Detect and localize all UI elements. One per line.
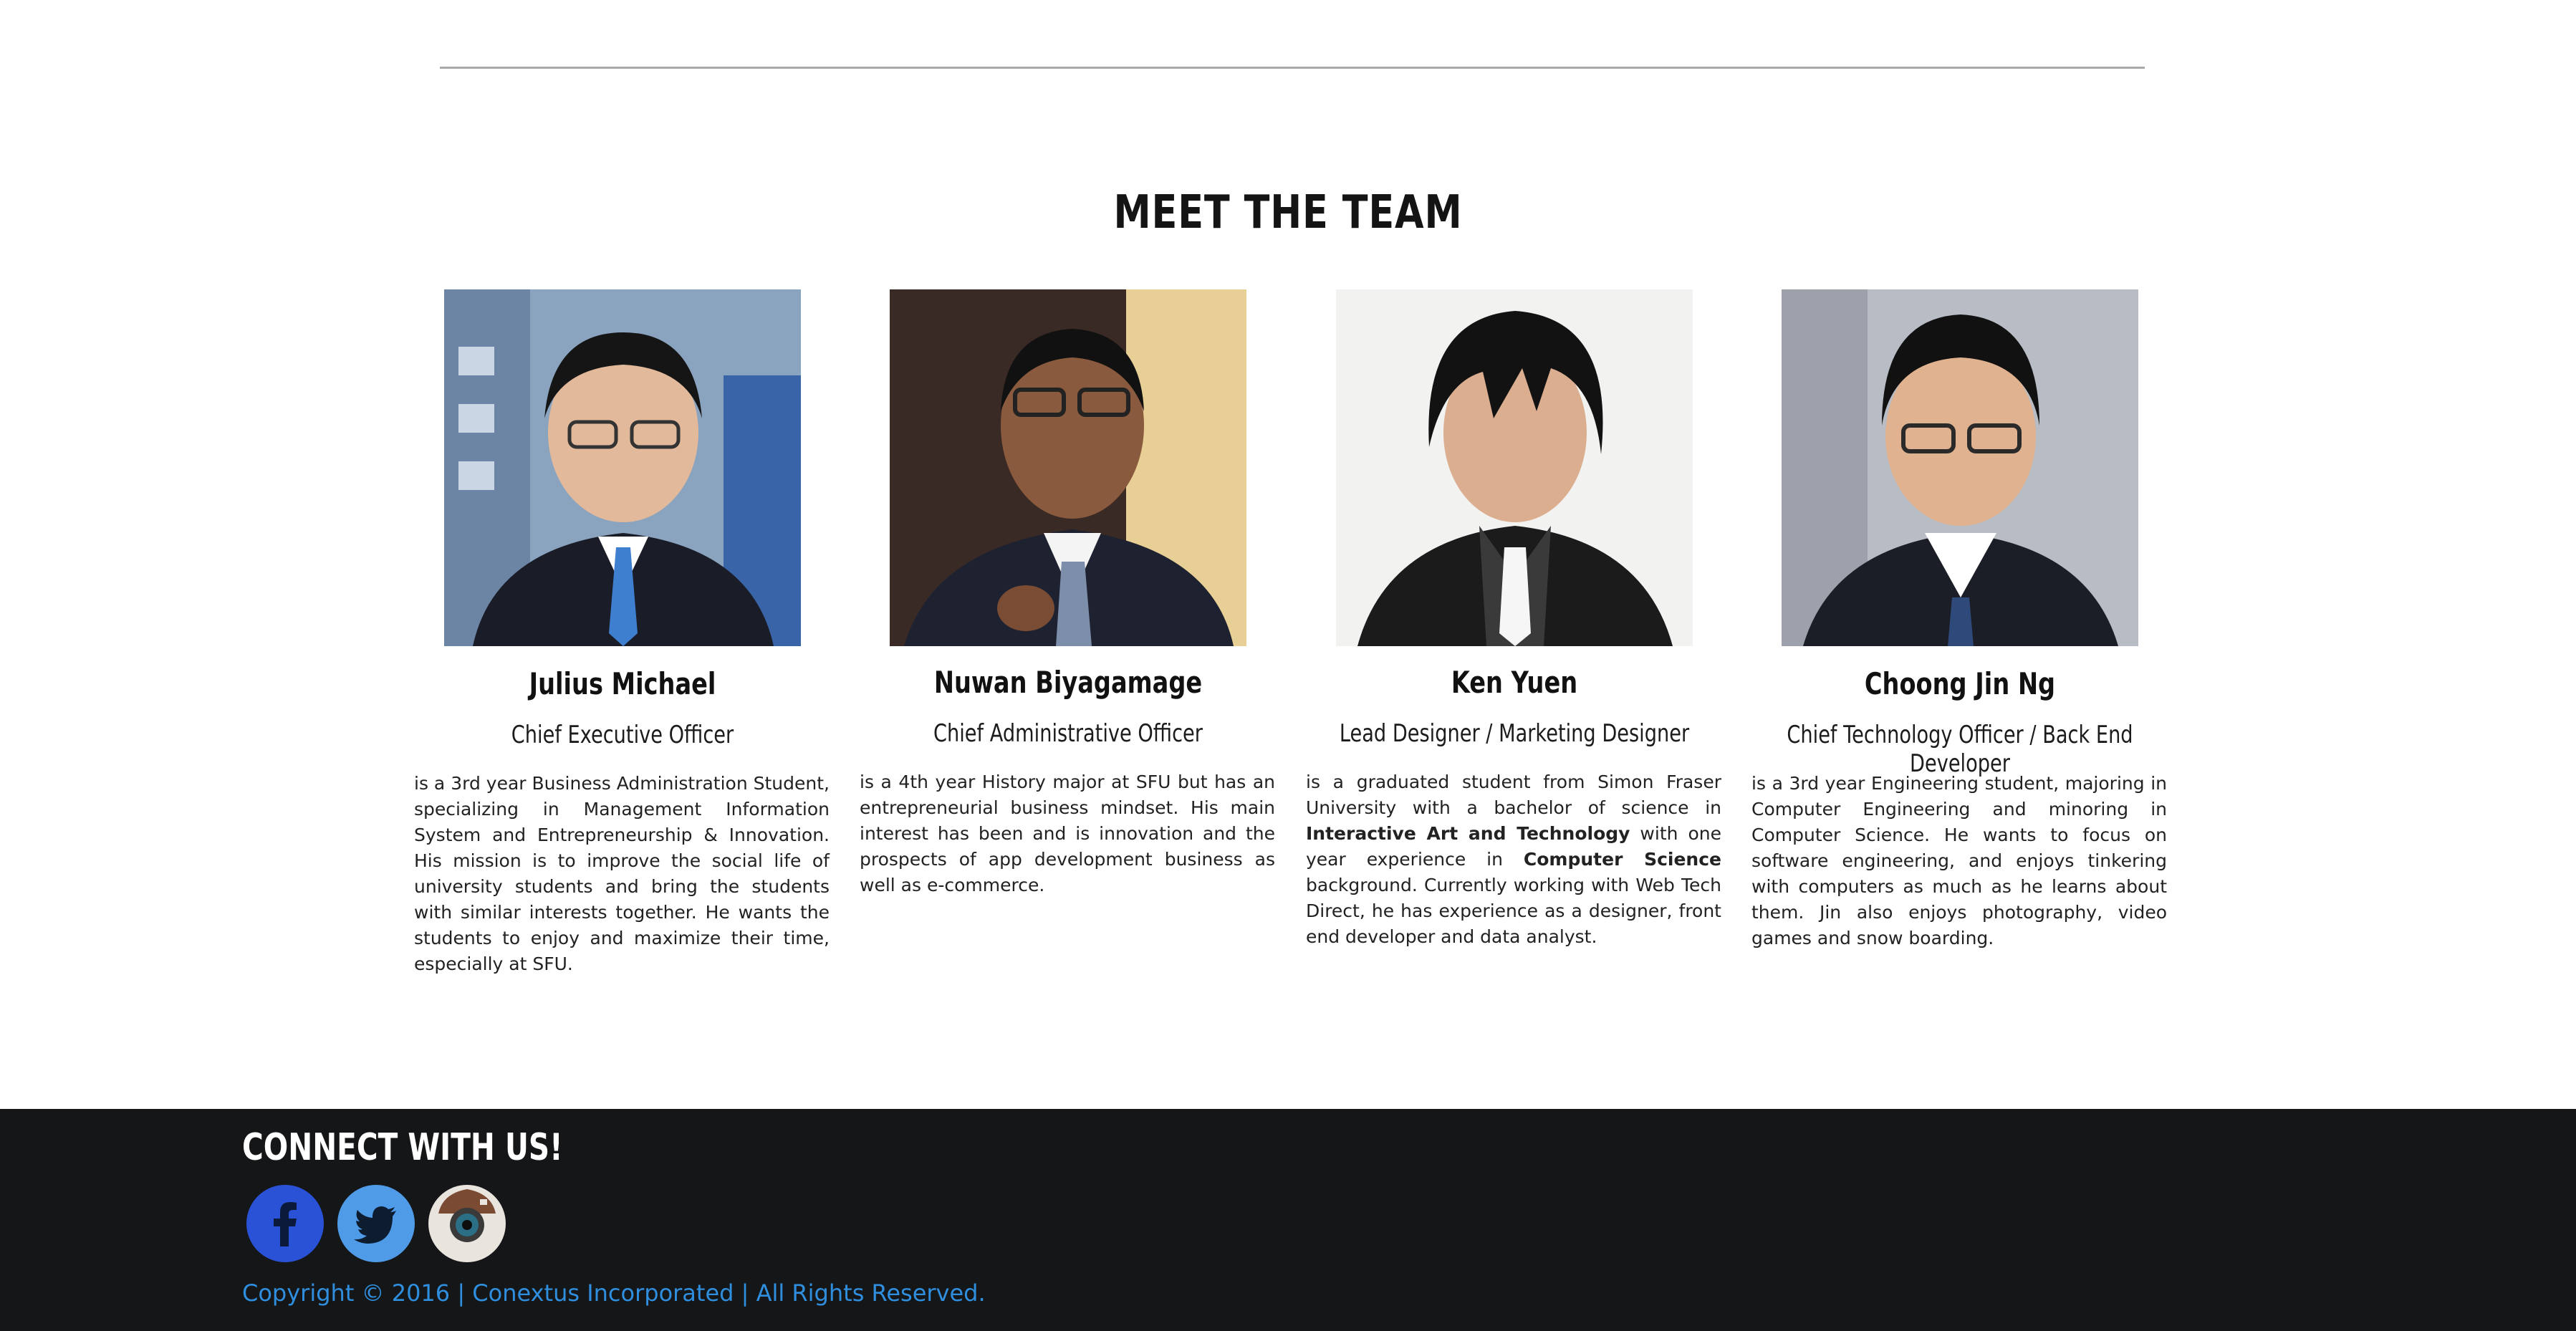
bio-text: is a graduated student from Simon Fraser… [1306,772,1721,818]
twitter-icon[interactable] [337,1185,415,1262]
team-member-role: Chief Executive Officer [511,721,734,749]
connect-heading: CONNECT WITH US! [242,1126,563,1169]
team-member-bio: is a 3rd year Engineering student, major… [1751,773,2167,948]
page: MEET THE TEAM Julius Michael Chief Execu… [0,0,2576,1331]
team-member-photo [1782,289,2138,646]
team-member-bio: is a 4th year History major at SFU but h… [860,772,1275,895]
team-member-name: Choong Jin Ng [1864,666,2056,701]
section-title: MEET THE TEAM [1113,186,1463,239]
team-member-name: Julius Michael [529,666,716,701]
instagram-icon[interactable] [428,1185,506,1262]
bio-highlight: Computer Science [1523,849,1721,870]
divider [440,67,2145,69]
team-member-photo [1336,289,1693,646]
facebook-icon[interactable] [246,1185,324,1262]
copyright-text: Copyright © 2016 | Conextus Incorporated… [242,1279,986,1307]
bio-highlight: Interactive Art and Technology [1306,823,1630,844]
team-member-photo [890,289,1246,646]
team-member-role: Lead Designer / Marketing Designer [1339,719,1690,748]
bio-text: background. Currently working with Web T… [1306,875,1721,947]
team-member-role: Chief Technology Officer / Back End Deve… [1787,721,2133,778]
team-member-bio: is a graduated student from Simon Fraser… [1306,769,1721,950]
team-member-bio: is a 3rd year Business Administration St… [414,773,830,974]
team-member-photo [444,289,801,646]
team-member-name: Nuwan Biyagamage [933,665,1203,700]
team-member-name: Ken Yuen [1451,665,1578,700]
team-member-role: Chief Administrative Officer [933,719,1203,748]
